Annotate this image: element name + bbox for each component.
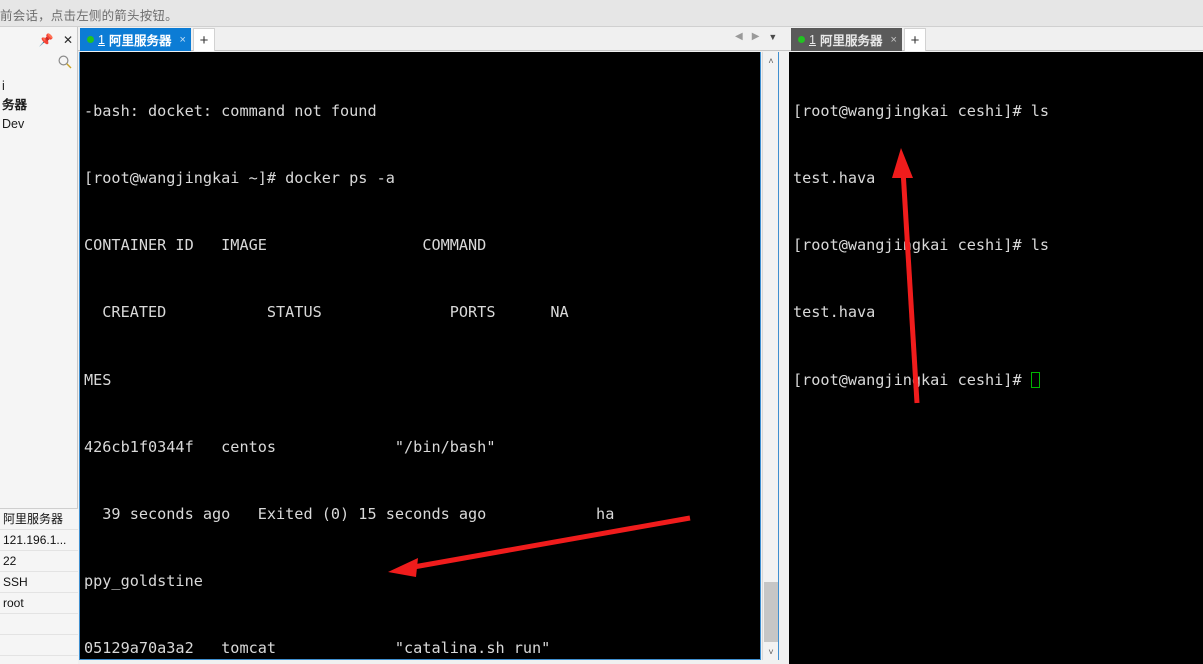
terminal-line: CREATED STATUS PORTS NA	[84, 303, 569, 322]
tab-next-icon[interactable]: ▶	[752, 31, 760, 42]
terminal-line: [root@wangjingkai ceshi]# ls	[793, 101, 1050, 120]
right-terminal-output[interactable]: [root@wangjingkai ceshi]# ls test.hava […	[789, 52, 1203, 664]
tab-aliyun-server-left[interactable]: 1 阿里服务器 ×	[80, 28, 191, 51]
left-panel-tabstrip: 1 阿里服务器 × + ◀ ▶ ▼	[78, 27, 789, 51]
tab-index: 1	[809, 32, 816, 47]
property-empty	[0, 635, 78, 656]
property-empty	[0, 614, 78, 635]
property-protocol: SSH	[0, 572, 78, 593]
terminal-line: 39 seconds ago Exited (0) 15 seconds ago…	[84, 505, 615, 524]
property-port: 22	[0, 551, 78, 572]
tab-close-icon[interactable]: ×	[890, 34, 896, 46]
terminal-line: [root@wangjingkai ~]# docker ps -a	[84, 169, 395, 188]
scrollbar-thumb[interactable]	[764, 582, 778, 642]
terminal-line: test.hava	[793, 303, 876, 322]
sidebar-toolbar: 📌 ✕	[39, 29, 75, 51]
tab-status-dot	[87, 36, 94, 43]
new-tab-button-left[interactable]: +	[193, 28, 215, 51]
tab-status-dot	[798, 36, 805, 43]
session-tree: i 务器 Dev	[0, 77, 77, 134]
session-tree-node[interactable]: 务器	[0, 96, 77, 115]
tab-nav-controls: ◀ ▶ ▼	[735, 31, 777, 42]
tab-aliyun-server-right[interactable]: 1 阿里服务器 ×	[791, 28, 902, 51]
new-tab-button-right[interactable]: +	[904, 28, 926, 51]
terminal-line: CONTAINER ID IMAGE COMMAND	[84, 236, 487, 255]
property-name: 阿里服务器	[0, 509, 78, 530]
terminal-line: -bash: docket: command not found	[84, 101, 377, 120]
terminal-cursor	[1030, 371, 1040, 388]
terminal-line: 426cb1f0344f centos "/bin/bash"	[84, 437, 496, 456]
tab-prev-icon[interactable]: ◀	[735, 31, 743, 42]
session-properties: 阿里服务器 121.196.1... 22 SSH root	[0, 508, 78, 664]
terminal-line: 05129a70a3a2 tomcat "catalina.sh run"	[84, 639, 551, 658]
terminal-prompt-line: [root@wangjingkai ceshi]#	[793, 369, 1203, 391]
session-sidebar: 📌 ✕ i 务器 Dev 阿里服务器 121.196.1... 22 SSH r…	[0, 27, 78, 664]
property-host: 121.196.1...	[0, 530, 78, 551]
terminal-line: test.hava	[793, 169, 876, 188]
tab-menu-icon[interactable]: ▼	[768, 32, 777, 42]
app-window: 前会话，点击左侧的箭头按钮。 📌 ✕ i 务器 Dev 阿里服务器 121.19…	[0, 0, 1203, 664]
scroll-up-icon[interactable]: ˄	[763, 52, 779, 69]
notice-text: 前会话，点击左侧的箭头按钮。	[0, 9, 178, 23]
terminal-line: MES	[84, 370, 112, 389]
close-icon[interactable]: ✕	[61, 33, 75, 47]
terminal-line: [root@wangjingkai ceshi]# ls	[793, 236, 1050, 255]
search-icon[interactable]	[57, 54, 73, 70]
scroll-down-icon[interactable]: ˅	[763, 643, 779, 660]
tab-close-icon[interactable]: ×	[179, 34, 185, 46]
terminal-line: ppy_goldstine	[84, 572, 203, 591]
property-user: root	[0, 593, 78, 614]
right-panel-tabstrip: 1 阿里服务器 × +	[789, 27, 1203, 51]
session-tree-node[interactable]: i	[0, 77, 77, 96]
tab-title: 阿里服务器	[819, 34, 883, 48]
notice-bar: 前会话，点击左侧的箭头按钮。	[0, 0, 1203, 27]
left-terminal-output[interactable]: -bash: docket: command not found [root@w…	[79, 52, 761, 660]
pin-icon[interactable]: 📌	[39, 33, 54, 47]
left-terminal-scrollbar[interactable]: ˄ ˅	[762, 52, 779, 660]
terminal-prompt-text: [root@wangjingkai ceshi]#	[793, 370, 1031, 389]
tab-index: 1	[98, 32, 105, 47]
session-tree-node[interactable]: Dev	[0, 115, 77, 134]
tab-title: 阿里服务器	[108, 34, 172, 48]
